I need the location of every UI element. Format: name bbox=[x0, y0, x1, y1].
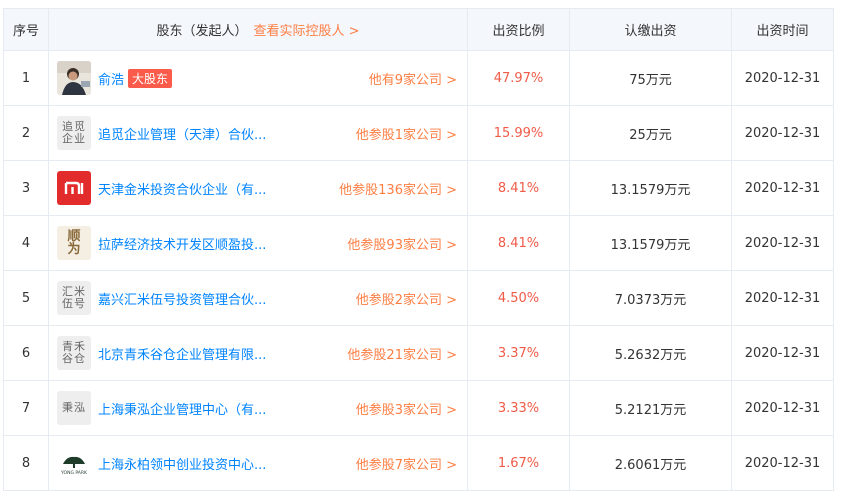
holder-cell: 追觅 企业 追觅企业管理（天津）合伙... 他参股1家公司 > bbox=[48, 105, 468, 161]
logo-text-line: 谷仓 bbox=[62, 352, 86, 365]
table-row: 8 YONG PARK 上海永柏领中创业投资中心... 他参股7家公司 > 1.… bbox=[3, 435, 834, 491]
logo-wordmark: YONG PARK bbox=[60, 470, 88, 476]
logo-text-line: 秉泓 bbox=[62, 401, 86, 414]
ratio-cell: 4.50% bbox=[467, 270, 570, 326]
date-cell: 2020-12-31 bbox=[731, 270, 834, 326]
date-cell: 2020-12-31 bbox=[731, 160, 834, 216]
header-ratio: 出资比例 bbox=[467, 8, 570, 51]
mi-logo-icon[interactable] bbox=[57, 171, 91, 205]
company-logo[interactable]: 秉泓 bbox=[57, 391, 91, 425]
row-seq: 3 bbox=[3, 160, 49, 216]
amount-cell: 13.1579万元 bbox=[569, 215, 732, 271]
row-seq: 8 bbox=[3, 435, 49, 491]
company-logo[interactable]: 青禾 谷仓 bbox=[57, 336, 91, 370]
ratio-cell: 1.67% bbox=[467, 435, 570, 491]
avatar[interactable] bbox=[57, 61, 91, 95]
table-row: 3 天津金米投资合伙企业（有... 他参股136家公司 > 8.41% 13.1… bbox=[3, 160, 834, 216]
table-row: 6 青禾 谷仓 北京青禾谷仓企业管理有限... 他参股21家公司 > 3.37% … bbox=[3, 325, 834, 381]
amount-cell: 2.6061万元 bbox=[569, 435, 732, 491]
company-logo[interactable]: 汇米 伍号 bbox=[57, 281, 91, 315]
holder-name-link[interactable]: 嘉兴汇米伍号投资管理合伙... bbox=[98, 289, 266, 308]
date-cell: 2020-12-31 bbox=[731, 435, 834, 491]
major-shareholder-badge: 大股东 bbox=[128, 68, 173, 88]
holder-name-link[interactable]: 北京青禾谷仓企业管理有限... bbox=[98, 344, 266, 363]
holder-cell: 顺为 拉萨经济技术开发区顺盈投... 他参股93家公司 > bbox=[48, 215, 468, 271]
amount-cell: 5.2121万元 bbox=[569, 380, 732, 436]
header-seq: 序号 bbox=[3, 8, 49, 51]
logo-text-line: 企业 bbox=[62, 132, 86, 145]
header-holder-label: 股东（发起人） bbox=[156, 24, 248, 39]
holder-cell: 天津金米投资合伙企业（有... 他参股136家公司 > bbox=[48, 160, 468, 216]
date-cell: 2020-12-31 bbox=[731, 325, 834, 381]
date-cell: 2020-12-31 bbox=[731, 50, 834, 106]
ratio-cell: 3.37% bbox=[467, 325, 570, 381]
holder-name-link[interactable]: 拉萨经济技术开发区顺盈投... bbox=[98, 234, 266, 253]
holder-cell: 汇米 伍号 嘉兴汇米伍号投资管理合伙... 他参股2家公司 > bbox=[48, 270, 468, 326]
company-logo[interactable]: 追觅 企业 bbox=[57, 116, 91, 150]
holder-name-link[interactable]: 追觅企业管理（天津）合伙... bbox=[98, 124, 266, 143]
date-cell: 2020-12-31 bbox=[731, 215, 834, 271]
related-companies-link[interactable]: 他参股93家公司 > bbox=[347, 234, 457, 253]
holder-cell: 俞浩 大股东 他有9家公司 > bbox=[48, 50, 468, 106]
table-row: 4 顺为 拉萨经济技术开发区顺盈投... 他参股93家公司 > 8.41% 13… bbox=[3, 215, 834, 271]
date-cell: 2020-12-31 bbox=[731, 105, 834, 161]
yongbai-logo-icon[interactable]: YONG PARK bbox=[57, 446, 91, 480]
related-companies-link[interactable]: 他有9家公司 > bbox=[369, 69, 457, 88]
header-holder: 股东（发起人） 查看实际控股人 > bbox=[48, 8, 468, 51]
row-seq: 7 bbox=[3, 380, 49, 436]
row-seq: 1 bbox=[3, 50, 49, 106]
ratio-cell: 8.41% bbox=[467, 160, 570, 216]
amount-cell: 25万元 bbox=[569, 105, 732, 161]
related-companies-link[interactable]: 他参股1家公司 > bbox=[356, 124, 457, 143]
logo-text-line: 伍号 bbox=[62, 297, 86, 310]
view-controller-link[interactable]: 查看实际控股人 > bbox=[253, 24, 359, 39]
related-companies-link[interactable]: 他参股3家公司 > bbox=[356, 399, 457, 418]
table-row: 5 汇米 伍号 嘉兴汇米伍号投资管理合伙... 他参股2家公司 > 4.50% 7… bbox=[3, 270, 834, 326]
amount-cell: 7.0373万元 bbox=[569, 270, 732, 326]
ratio-cell: 47.97% bbox=[467, 50, 570, 106]
holder-cell: YONG PARK 上海永柏领中创业投资中心... 他参股7家公司 > bbox=[48, 435, 468, 491]
holder-name-link[interactable]: 上海秉泓企业管理中心（有... bbox=[98, 399, 266, 418]
holder-cell: 青禾 谷仓 北京青禾谷仓企业管理有限... 他参股21家公司 > bbox=[48, 325, 468, 381]
table-row: 1 俞浩 大股东 他有9家公司 > 47.97% 75万元 2020-12-31 bbox=[3, 50, 834, 106]
amount-cell: 13.1579万元 bbox=[569, 160, 732, 216]
shunwei-logo-icon[interactable]: 顺为 bbox=[57, 226, 91, 260]
row-seq: 5 bbox=[3, 270, 49, 326]
related-companies-link[interactable]: 他参股2家公司 > bbox=[356, 289, 457, 308]
row-seq: 6 bbox=[3, 325, 49, 381]
holder-cell: 秉泓 上海秉泓企业管理中心（有... 他参股3家公司 > bbox=[48, 380, 468, 436]
holder-name-link[interactable]: 天津金米投资合伙企业（有... bbox=[98, 179, 266, 198]
logo-text-line: 为 bbox=[67, 242, 81, 257]
ratio-cell: 8.41% bbox=[467, 215, 570, 271]
table-row: 2 追觅 企业 追觅企业管理（天津）合伙... 他参股1家公司 > 15.99% … bbox=[3, 105, 834, 161]
table-row: 7 秉泓 上海秉泓企业管理中心（有... 他参股3家公司 > 3.33% 5.2… bbox=[3, 380, 834, 436]
row-seq: 2 bbox=[3, 105, 49, 161]
row-seq: 4 bbox=[3, 215, 49, 271]
amount-cell: 5.2632万元 bbox=[569, 325, 732, 381]
shareholder-table: 序号 股东（发起人） 查看实际控股人 > 出资比例 认缴出资 出资时间 1 俞浩… bbox=[3, 8, 834, 491]
date-cell: 2020-12-31 bbox=[731, 380, 834, 436]
amount-cell: 75万元 bbox=[569, 50, 732, 106]
holder-name-link[interactable]: 俞浩 bbox=[98, 69, 124, 88]
related-companies-link[interactable]: 他参股136家公司 > bbox=[339, 179, 457, 198]
table-header-row: 序号 股东（发起人） 查看实际控股人 > 出资比例 认缴出资 出资时间 bbox=[3, 8, 834, 51]
header-amount: 认缴出资 bbox=[569, 8, 732, 51]
header-date: 出资时间 bbox=[731, 8, 834, 51]
ratio-cell: 15.99% bbox=[467, 105, 570, 161]
related-companies-link[interactable]: 他参股21家公司 > bbox=[347, 344, 457, 363]
ratio-cell: 3.33% bbox=[467, 380, 570, 436]
